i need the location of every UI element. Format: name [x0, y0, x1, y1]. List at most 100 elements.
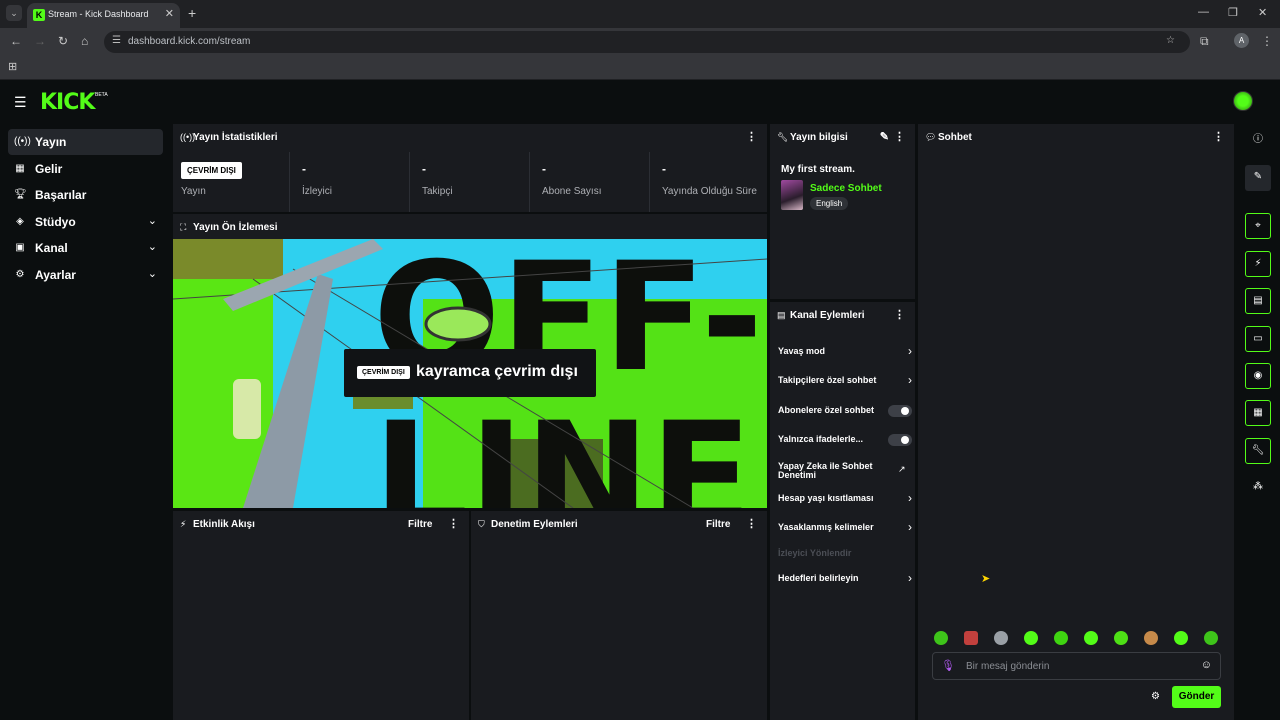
action-label: Abonelere özel sohbet [778, 405, 875, 415]
filter-button[interactable]: Filtre [706, 519, 730, 530]
sidebar-item-yayin[interactable]: ((•)) Yayın [8, 129, 163, 155]
emote-icon[interactable] [1204, 631, 1218, 645]
external-link-icon[interactable]: ↗ [898, 464, 906, 475]
category-link[interactable]: Sadece Sohbet [810, 183, 882, 194]
more-options-icon[interactable]: ⋮ [746, 130, 757, 143]
action-slow-mode[interactable]: Yavaş mod › [778, 344, 912, 364]
emoji-picker-icon[interactable]: ☺ [1201, 659, 1212, 671]
layout-icon[interactable]: ▦ [1245, 400, 1271, 426]
stat-label: Yayında Olduğu Süre [662, 186, 757, 197]
pencil-icon[interactable]: ✎ [1245, 165, 1271, 191]
more-options-icon[interactable]: ⋮ [1213, 130, 1224, 143]
filter-button[interactable]: Filtre [408, 519, 432, 530]
action-followers-only[interactable]: Takipçilere özel sohbet › [778, 373, 912, 393]
lightning-icon[interactable]: ⚡︎ [1245, 251, 1271, 277]
more-options-icon[interactable]: ⋮ [894, 130, 905, 143]
action-label: Takipçilere özel sohbet [778, 375, 877, 385]
subscribers-only-toggle[interactable] [888, 405, 912, 417]
share-icon[interactable]: ⁂ [1245, 475, 1271, 501]
chevron-right-icon: › [908, 344, 912, 358]
sidebar-item-label: Başarılar [35, 188, 87, 202]
chat-icon[interactable]: ▭ [1245, 326, 1271, 352]
kick-logo[interactable]: KICK [40, 90, 95, 115]
back-button[interactable]: ← [10, 34, 22, 48]
emote-icon[interactable] [964, 631, 978, 645]
emote-icon[interactable] [1144, 631, 1158, 645]
wrench-icon: 🔧︎ [777, 132, 789, 142]
info-icon[interactable]: ⓘ [1245, 128, 1271, 154]
browser-profile-avatar[interactable]: A [1234, 33, 1249, 48]
emote-icon[interactable] [1174, 631, 1188, 645]
microphone-icon[interactable]: 🎙︎ [941, 659, 955, 672]
reload-button[interactable]: ↻ [58, 34, 68, 48]
browser-menu-icon[interactable]: ⋮ [1261, 34, 1273, 48]
chat-icon: 💬︎ [925, 132, 937, 142]
hamburger-menu-icon[interactable]: ☰ [14, 94, 27, 111]
action-label: Hedefleri belirleyin [778, 573, 859, 583]
sidebar-item-ayarlar[interactable]: ⚙ Ayarlar ⌄ [8, 262, 163, 288]
panel-title: Sohbet [938, 132, 972, 143]
action-label: Yavaş mod [778, 346, 826, 356]
emote-icon[interactable] [1054, 631, 1068, 645]
lightning-icon: ⚡︎ [180, 519, 187, 529]
more-options-icon[interactable]: ⋮ [448, 517, 459, 530]
screenshot-icon[interactable]: ⌖ [1245, 213, 1271, 239]
home-button[interactable]: ⌂ [81, 34, 88, 48]
stream-title: My first stream. [781, 164, 855, 175]
more-options-icon[interactable]: ⋮ [746, 517, 757, 530]
emote-icon[interactable] [934, 631, 948, 645]
gear-icon: ⚙ [15, 269, 25, 280]
url-input[interactable]: ☰ dashboard.kick.com/stream ☆ [104, 31, 1190, 53]
sidebar-item-kanal[interactable]: ▣ Kanal ⌄ [8, 235, 163, 261]
extensions-icon[interactable]: ⧉ [1200, 34, 1209, 49]
apps-grid-icon[interactable]: ⊞ [8, 60, 17, 73]
mouse-cursor-icon: ➤ [981, 573, 991, 585]
stat-value: - [422, 162, 426, 176]
more-options-icon[interactable]: ⋮ [894, 308, 905, 321]
tab-search-button[interactable]: ⌄ [6, 5, 22, 21]
action-banned-words[interactable]: Yasaklanmış kelimeler › [778, 520, 912, 540]
action-host-viewers: İzleyici Yönlendir [778, 546, 912, 566]
edit-pencil-icon[interactable]: ✎ [880, 130, 889, 143]
emote-icon[interactable] [1024, 631, 1038, 645]
tab-close-icon[interactable]: ✕ [165, 7, 174, 20]
stat-followers: - Takipçi [410, 152, 529, 212]
send-button[interactable]: Gönder [1172, 686, 1221, 708]
sidebar-item-studyo[interactable]: ◈ Stüdyo ⌄ [8, 209, 163, 235]
action-account-age[interactable]: Hesap yaşı kısıtlaması › [778, 491, 912, 511]
site-info-icon[interactable]: ☰ [112, 35, 121, 46]
panel-title: Yayın İstatistikleri [193, 132, 278, 143]
maximize-button[interactable]: ❐ [1228, 6, 1238, 19]
sidebar-item-gelir[interactable]: ▦ Gelir [8, 156, 163, 182]
action-ai-moderation[interactable]: Yapay Zeka ile Sohbet Denetimi [778, 459, 888, 481]
new-tab-button[interactable]: + [188, 5, 196, 21]
tab-title: Stream - Kick Dashboard [48, 9, 149, 19]
action-emotes-only: Yalnızca ifadelerle... [778, 432, 912, 452]
stat-value: - [302, 162, 306, 176]
sidebar-item-basarilar[interactable]: 🏆︎ Başarılar [8, 182, 163, 208]
close-window-button[interactable]: ✕ [1258, 6, 1267, 19]
chevron-right-icon: › [908, 571, 912, 585]
kick-favicon-icon: K [33, 9, 45, 21]
chat-message-input[interactable]: 🎙︎ Bir mesaj gönderin ☺ [932, 652, 1221, 680]
document-icon[interactable]: ▤ [1245, 288, 1271, 314]
browser-tab[interactable]: K Stream - Kick Dashboard ✕ [27, 3, 180, 28]
stat-viewers: - İzleyici [290, 152, 409, 212]
offline-message: kayramca çevrim dışı [416, 363, 578, 380]
wrench-icon[interactable]: 🔧︎ [1245, 438, 1271, 464]
revenue-icon: ▦ [15, 163, 25, 174]
sidebar-item-label: Kanal [35, 241, 68, 255]
stream-preview[interactable]: OFF- LINE ÇEVRİM DIŞI kayramca çevrim dı… [173, 239, 767, 508]
bookmark-star-icon[interactable]: ☆ [1166, 35, 1175, 46]
user-avatar[interactable] [1233, 91, 1253, 111]
minimize-button[interactable]: — [1198, 6, 1209, 18]
forward-button[interactable]: → [34, 34, 46, 48]
broadcast-icon[interactable]: ◉ [1245, 363, 1271, 389]
action-set-goals[interactable]: Hedefleri belirleyin › [778, 571, 912, 591]
chat-settings-gear-icon[interactable]: ⚙ [1151, 691, 1160, 702]
emotes-only-toggle[interactable] [888, 434, 912, 446]
emote-icon[interactable] [1084, 631, 1098, 645]
emote-icon[interactable] [1114, 631, 1128, 645]
panel-header: ((•)) Yayın İstatistikleri ⋮ [173, 124, 767, 150]
emote-icon[interactable] [994, 631, 1008, 645]
